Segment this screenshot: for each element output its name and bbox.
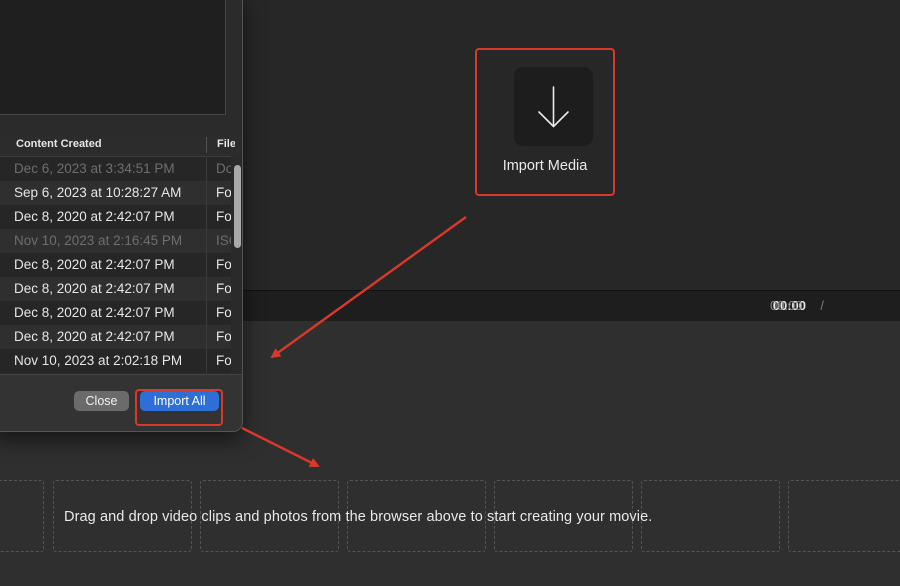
list-item[interactable]: Dec 8, 2020 at 2:42:07 PM Fo: [0, 301, 231, 325]
media-list[interactable]: Dec 6, 2023 at 3:34:51 PM Do Sep 6, 2023 a…: [0, 157, 231, 373]
file-cell: ISO: [216, 233, 231, 248]
list-item[interactable]: Dec 8, 2020 at 2:42:07 PM Fo: [0, 253, 231, 277]
import-media-highlight: Import Media: [475, 48, 615, 196]
total-timecode: 00:00: [770, 298, 803, 313]
content-created-cell: Nov 10, 2023 at 2:02:18 PM: [14, 353, 183, 368]
list-item[interactable]: Dec 6, 2023 at 3:34:51 PM Do: [0, 157, 231, 181]
column-file[interactable]: File: [217, 138, 235, 150]
cell-divider: [206, 301, 207, 325]
list-item[interactable]: Sep 6, 2023 at 10:28:27 AM Fo: [0, 181, 231, 205]
content-created-cell: Dec 8, 2020 at 2:42:07 PM: [14, 257, 175, 272]
list-item[interactable]: Dec 8, 2020 at 2:42:07 PM Fo: [0, 325, 231, 349]
file-cell: Fo: [216, 185, 231, 200]
clip-placeholder: [788, 480, 900, 552]
content-created-cell: Dec 8, 2020 at 2:42:07 PM: [14, 281, 175, 296]
cell-divider: [206, 349, 207, 373]
arrow-down-icon: [538, 86, 569, 128]
content-created-cell: Dec 6, 2023 at 3:34:51 PM: [14, 161, 175, 176]
clip-placeholder: [0, 480, 44, 552]
list-item[interactable]: Dec 8, 2020 at 2:42:07 PM Fo: [0, 277, 231, 301]
content-created-cell: Nov 10, 2023 at 2:16:45 PM: [14, 233, 183, 248]
content-created-cell: Sep 6, 2023 at 10:28:27 AM: [14, 185, 182, 200]
list-item[interactable]: Nov 10, 2023 at 2:16:45 PM ISO: [0, 229, 231, 253]
media-preview: [0, 0, 226, 115]
file-cell: Fo: [216, 353, 231, 368]
content-created-cell: Dec 8, 2020 at 2:42:07 PM: [14, 305, 175, 320]
file-cell: Fo: [216, 329, 231, 344]
close-button[interactable]: Close: [74, 391, 129, 411]
clip-placeholder: [641, 480, 780, 552]
cell-divider: [206, 277, 207, 301]
cell-divider: [206, 205, 207, 229]
file-cell: Fo: [216, 281, 231, 296]
file-cell: Fo: [216, 257, 231, 272]
cell-divider: [206, 181, 207, 205]
import-all-highlight: [135, 389, 223, 426]
timecode-separator: /: [820, 298, 824, 313]
content-created-cell: Dec 8, 2020 at 2:42:07 PM: [14, 209, 175, 224]
file-cell: Fo: [216, 305, 231, 320]
cell-divider: [206, 157, 207, 181]
list-header: Content Created File: [0, 134, 242, 157]
cell-divider: [206, 253, 207, 277]
content-created-cell: Dec 8, 2020 at 2:42:07 PM: [14, 329, 175, 344]
import-dialog: Content Created File Dec 6, 2023 at 3:34…: [0, 0, 243, 432]
list-item[interactable]: Nov 10, 2023 at 2:02:18 PM Fo: [0, 349, 231, 373]
import-media-label: Import Media: [502, 158, 588, 174]
file-cell: Fo: [216, 209, 231, 224]
import-media-button[interactable]: [514, 67, 593, 146]
file-cell: Do: [216, 161, 231, 176]
column-content-created[interactable]: Content Created: [16, 138, 102, 150]
column-divider[interactable]: [206, 137, 207, 153]
scrollbar-thumb[interactable]: [234, 165, 241, 248]
timeline-hint: Drag and drop video clips and photos fro…: [64, 509, 653, 525]
list-item[interactable]: Dec 8, 2020 at 2:42:07 PM Fo: [0, 205, 231, 229]
cell-divider: [206, 325, 207, 349]
cell-divider: [206, 229, 207, 253]
